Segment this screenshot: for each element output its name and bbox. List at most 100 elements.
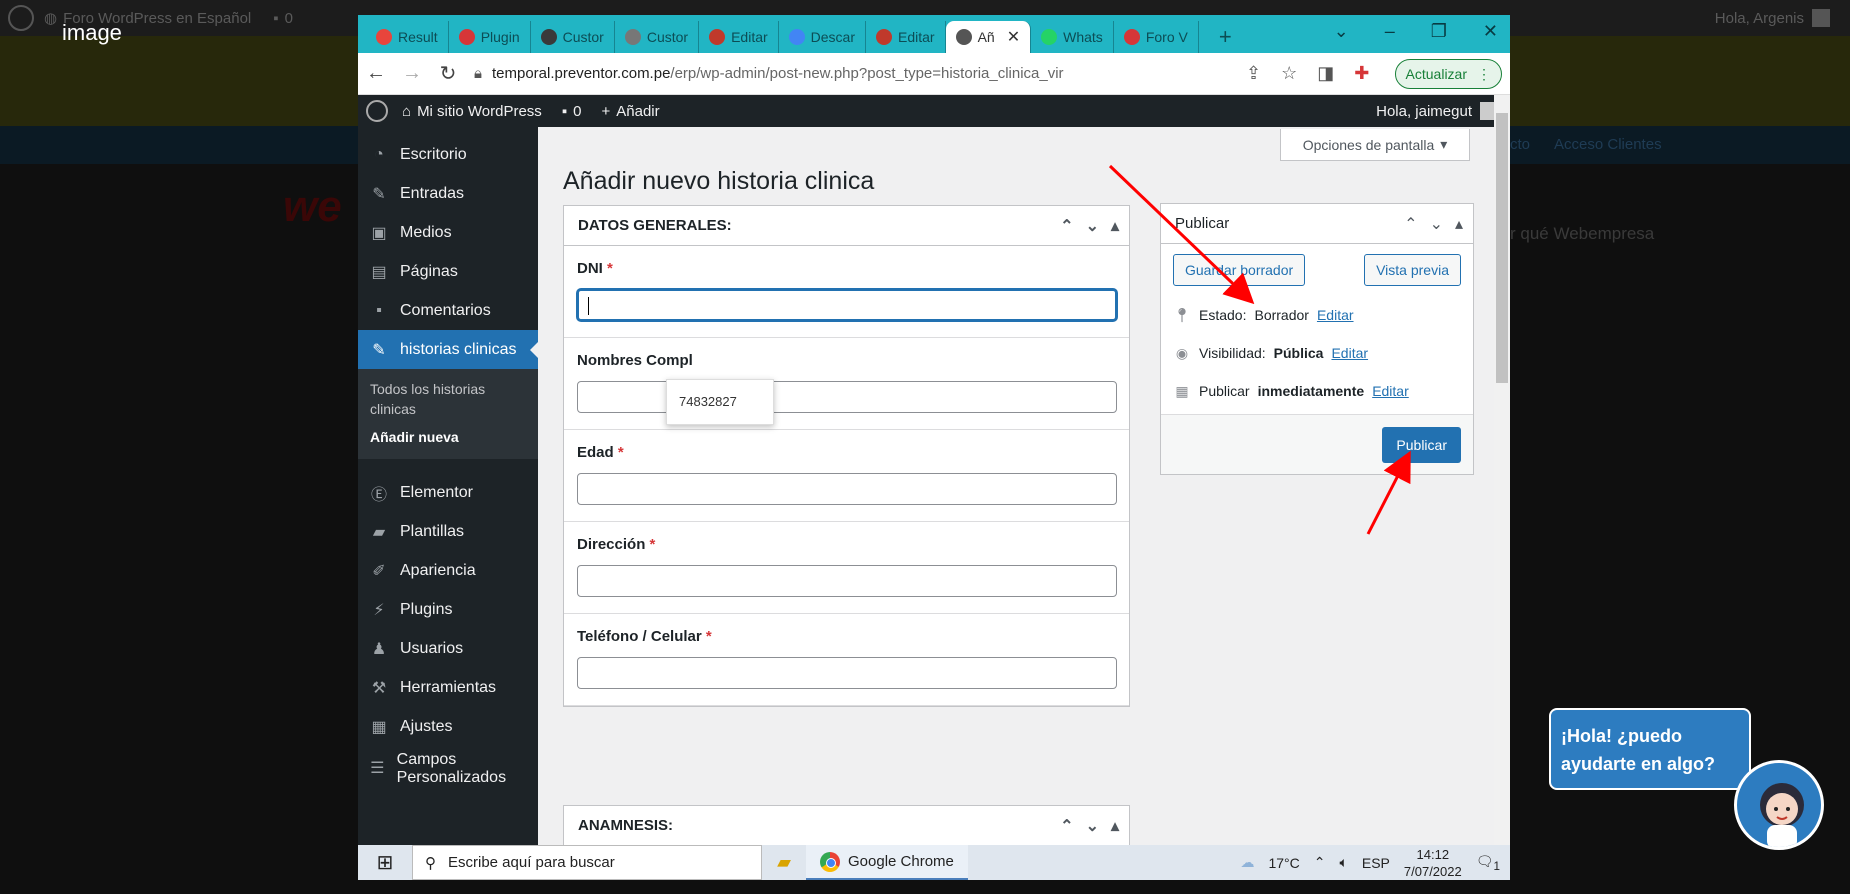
forward-icon[interactable]: → [394,62,430,85]
text-input[interactable] [577,657,1117,689]
move-up-icon[interactable]: ⌃ [1060,816,1073,836]
move-down-icon[interactable]: ⌄ [1086,816,1099,836]
sidebar-item[interactable]: ✐ Apariencia [358,551,538,590]
comment-icon: ▪ [273,9,279,27]
form-field: Nombres Compl [564,338,1129,430]
text-input[interactable] [577,473,1117,505]
chevron-down-icon[interactable]: ⌄ [1334,21,1349,42]
sidebar-item[interactable]: ▪ Comentarios [358,291,538,330]
sidebar-item[interactable]: ▣ Medios [358,213,538,252]
browser-tab[interactable]: Descar [779,21,867,53]
account-menu[interactable]: Hola, jaimegut [1376,102,1498,120]
back-icon[interactable]: ← [358,62,394,85]
browser-tab[interactable]: Foro V [1114,21,1199,53]
text-input[interactable] [577,289,1117,321]
scrollbar[interactable] [1494,95,1510,845]
search-icon: ⚲ [425,854,436,872]
wordpress-logo-icon[interactable] [366,100,388,122]
home-icon: ⌂ [402,102,412,120]
toggle-icon[interactable]: ▴ [1111,816,1119,836]
sidebar-item[interactable]: ▰ Plantillas [358,512,538,551]
sidebar-item[interactable]: ⚡︎ Plugins [358,590,538,629]
sidebar-item[interactable]: ⚒ Herramientas [358,668,538,707]
chat-avatar[interactable] [1734,760,1824,850]
file-explorer-icon[interactable]: ▰ [762,852,806,873]
star-icon[interactable]: ☆ [1281,63,1297,84]
chevron-up-icon[interactable]: ⌃ [1314,854,1326,871]
close-icon[interactable]: ✕ [1483,21,1498,42]
sidebar-item[interactable]: ✎ historias clinicas [358,330,538,369]
sidebar-item[interactable]: ✎ Entradas [358,174,538,213]
move-up-icon[interactable]: ⌃ [1060,216,1073,236]
update-button[interactable]: Actualizar ⋮ [1394,59,1502,89]
chat-bubble[interactable]: ¡Hola! ¿puedo ayudarte en algo? [1549,708,1751,790]
browser-tab[interactable]: Plugin [449,21,531,53]
avatar [1812,9,1830,27]
sidebar-item[interactable]: ◔ Escritorio [358,135,538,174]
new-tab-icon[interactable]: + [1199,21,1252,53]
browser-tab[interactable]: Añ ✕ [945,21,1032,53]
admin-sidebar: ◔ Escritorio ✎ Entradas ▣ Medios ▤ Páginas ▪ Come… [358,127,538,845]
edit-schedule-link[interactable]: Editar [1372,383,1409,399]
taskbar-search[interactable]: ⚲ Escribe aquí para buscar [412,845,762,880]
media-icon: ▣ [371,224,387,242]
toggle-icon[interactable]: ▴ [1455,214,1463,234]
calendar-icon: ▦ [1175,382,1189,399]
comments-link[interactable]: ▪ 0 [562,103,582,120]
windows-taskbar: ⊞ ⚲ Escribe aquí para buscar ▰ Google Chr… [358,845,1510,880]
browser-tab[interactable]: Result [366,21,449,53]
sidebar-item[interactable]: ☰ Campos Personalizados [358,746,538,792]
sidebar-item[interactable]: ▦ Ajustes [358,707,538,746]
sidebar-item[interactable]: ▤ Páginas [358,252,538,291]
page-icon: ▤ [371,263,387,281]
scrollbar-thumb[interactable] [1496,113,1508,383]
restore-icon[interactable]: ❐ [1431,21,1447,42]
browser-tab[interactable]: Custor [531,21,615,53]
windows-start-icon[interactable]: ⊞ [358,850,412,875]
move-down-icon[interactable]: ⌄ [1086,216,1099,236]
field-label: Nombres Compl [577,352,693,369]
browser-tab[interactable]: Whats [1031,21,1114,53]
favicon-icon [376,29,392,45]
settings-icon: ▦ [371,718,387,736]
edit-status-link[interactable]: Editar [1317,307,1354,323]
notification-icon[interactable]: 🗨︎1 [1476,853,1500,873]
browser-tab[interactable]: Editar [866,21,946,53]
submenu-item-all[interactable]: Todos los historias clinicas [358,375,538,423]
publish-button[interactable]: Publicar [1382,427,1461,463]
close-tab-icon[interactable]: ✕ [1007,27,1020,47]
main-content: Opciones de pantalla ▾ Añadir nuevo histo… [538,127,1510,847]
submenu-item-add-new[interactable]: Añadir nueva [358,423,538,451]
visibility-row: ◉ Visibilidad: Pública Editar [1161,334,1473,372]
sidebar-item[interactable]: Ⓔ Elementor [358,473,538,512]
screen-options-button[interactable]: Opciones de pantalla ▾ [1280,129,1470,161]
text-input[interactable] [577,565,1117,597]
browser-tab[interactable]: Editar [699,21,779,53]
move-up-icon[interactable]: ⌃ [1404,214,1417,234]
toggle-icon[interactable]: ▴ [1111,216,1119,236]
minimize-icon[interactable]: – [1385,21,1395,42]
volume-icon[interactable]: 🔈︎ [1339,854,1347,871]
add-new-link[interactable]: + Añadir [601,103,659,120]
autocomplete-suggestion[interactable]: 74832827 [666,379,774,425]
site-link[interactable]: ⌂ Mi sitio WordPress [402,103,542,120]
share-icon[interactable]: ⇪ [1246,63,1261,84]
pin-icon: ✎ [372,341,386,359]
pin-icon: ✎ [372,185,386,203]
browser-tab[interactable]: Custor [615,21,700,53]
extension-icon[interactable]: ✚ [1354,63,1369,84]
move-down-icon[interactable]: ⌄ [1430,214,1443,234]
text-input[interactable] [577,381,1117,413]
sidebar-item[interactable]: ♟ Usuarios [358,629,538,668]
background-nav-link: cto [1510,136,1531,153]
comment-icon: ▪ [561,102,568,120]
preview-button[interactable]: Vista previa [1364,254,1461,286]
brush-icon: ✐ [372,562,386,580]
sidepanel-icon[interactable]: ◨ [1317,63,1334,84]
reload-icon[interactable]: ↻ [430,61,466,86]
url-field[interactable]: 🔒︎ temporal.preventor.com.pe/erp/wp-admi… [474,56,1214,91]
clock[interactable]: 14:12 7/07/2022 [1404,846,1462,880]
edit-visibility-link[interactable]: Editar [1331,345,1368,361]
taskbar-chrome[interactable]: Google Chrome [806,845,968,880]
save-draft-button[interactable]: Guardar borrador [1173,254,1306,286]
